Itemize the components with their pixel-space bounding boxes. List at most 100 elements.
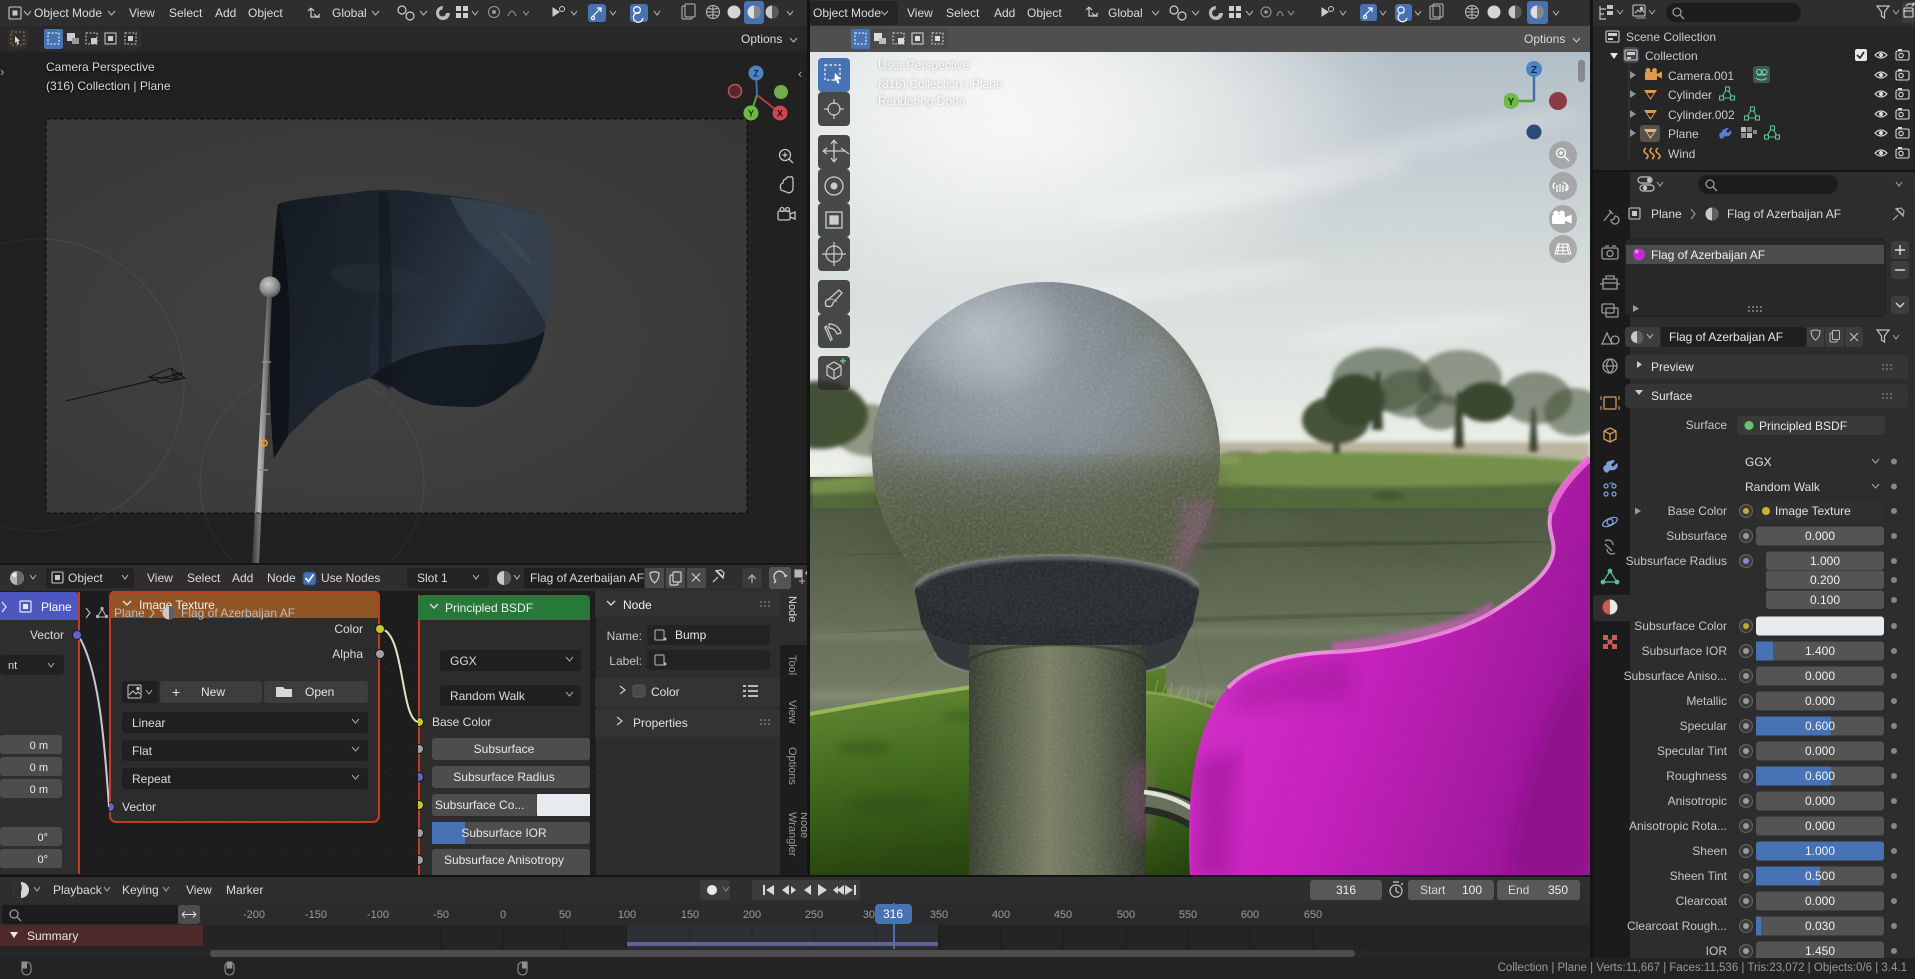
svg-text:Summary: Summary [27, 929, 78, 943]
svg-text:350: 350 [930, 909, 948, 921]
svg-text:Surface: Surface [1686, 418, 1728, 432]
svg-text:Subsurface Anisotropy: Subsurface Anisotropy [444, 853, 564, 867]
svg-text:Linear: Linear [132, 716, 165, 730]
svg-text:0.000: 0.000 [1805, 694, 1835, 708]
svg-text:Random Walk: Random Walk [450, 689, 526, 703]
svg-text:-150: -150 [305, 909, 327, 921]
svg-text:0 m: 0 m [30, 784, 48, 796]
svg-text:-50: -50 [433, 909, 449, 921]
svg-text:600: 600 [1241, 909, 1259, 921]
svg-text:0.500: 0.500 [1805, 869, 1835, 883]
svg-text:Flag of Azerbaijan AF: Flag of Azerbaijan AF [1727, 207, 1841, 221]
svg-text:Preview: Preview [1651, 360, 1694, 374]
svg-text:IOR: IOR [1706, 944, 1728, 958]
svg-text:Surface: Surface [1651, 389, 1693, 403]
svg-text:Label:: Label: [609, 654, 642, 668]
svg-text:Marker: Marker [226, 883, 263, 897]
svg-text:Color: Color [651, 685, 680, 699]
svg-text:GGX: GGX [1745, 455, 1772, 469]
svg-text:200: 200 [743, 909, 761, 921]
svg-text:End: End [1508, 883, 1529, 897]
svg-text:Playback: Playback [53, 883, 103, 897]
svg-text:Metallic: Metallic [1686, 694, 1727, 708]
svg-text:0.200: 0.200 [1810, 573, 1840, 587]
svg-text:Plane: Plane [114, 606, 145, 620]
svg-text:650: 650 [1304, 909, 1322, 921]
svg-text:0°: 0° [37, 832, 48, 844]
svg-text:X: X [777, 109, 783, 119]
svg-text:Collection: Collection [1645, 49, 1698, 63]
svg-text:Sheen: Sheen [1692, 844, 1727, 858]
svg-text:0.600: 0.600 [1805, 719, 1835, 733]
svg-text:Scene Collection: Scene Collection [1626, 30, 1716, 44]
svg-text:Flag of Azerbaijan AF: Flag of Azerbaijan AF [1669, 330, 1783, 344]
svg-text:Flag of Azerbaijan AF: Flag of Azerbaijan AF [181, 606, 295, 620]
svg-text:Clearcoat Rough...: Clearcoat Rough... [1627, 919, 1727, 933]
svg-text:-100: -100 [367, 909, 389, 921]
svg-text:550: 550 [1179, 909, 1197, 921]
svg-text:nt: nt [8, 660, 17, 672]
svg-text:New: New [201, 685, 225, 699]
svg-text:-200: -200 [243, 909, 265, 921]
svg-text:Subsurface: Subsurface [474, 742, 535, 756]
svg-text:GGX: GGX [450, 654, 477, 668]
svg-text:Bump: Bump [675, 628, 707, 642]
svg-text:Metallic: Metallic [484, 874, 525, 875]
svg-text:100: 100 [618, 909, 636, 921]
svg-text:Cylinder: Cylinder [1668, 88, 1712, 102]
svg-text:Clearcoat: Clearcoat [1676, 894, 1728, 908]
svg-text:100: 100 [1462, 883, 1482, 897]
svg-text:Start: Start [1420, 883, 1446, 897]
svg-text:0.000: 0.000 [1805, 744, 1835, 758]
svg-text:150: 150 [681, 909, 699, 921]
svg-text:Principled BSDF: Principled BSDF [1759, 419, 1847, 433]
svg-text:Camera.001: Camera.001 [1668, 69, 1734, 83]
svg-text:1.450: 1.450 [1805, 944, 1835, 958]
svg-text:Node: Node [623, 598, 652, 612]
svg-text:Anisotropic: Anisotropic [1668, 794, 1727, 808]
svg-text:0.000: 0.000 [1805, 894, 1835, 908]
svg-text:Keying: Keying [122, 883, 159, 897]
svg-text:316: 316 [883, 907, 903, 921]
svg-text:Flag of Azerbaijan AF: Flag of Azerbaijan AF [1651, 248, 1765, 262]
svg-text:0 m: 0 m [30, 740, 48, 752]
svg-text:Y: Y [748, 109, 754, 119]
svg-text:Base Color: Base Color [432, 715, 491, 729]
svg-text:400: 400 [992, 909, 1010, 921]
svg-text:Plane: Plane [41, 600, 72, 614]
svg-text:350: 350 [1548, 883, 1568, 897]
svg-text:250: 250 [805, 909, 823, 921]
svg-text:1.000: 1.000 [1810, 554, 1840, 568]
svg-text:500: 500 [1117, 909, 1135, 921]
svg-text:Subsurface Aniso...: Subsurface Aniso... [1624, 669, 1727, 683]
svg-text:Subsurface Color: Subsurface Color [1634, 619, 1727, 633]
svg-text:Properties: Properties [633, 716, 688, 730]
svg-text:50: 50 [559, 909, 571, 921]
svg-text:Subsurface Radius: Subsurface Radius [1626, 554, 1727, 568]
svg-text:Anisotropic Rota...: Anisotropic Rota... [1629, 819, 1727, 833]
svg-text:0.000: 0.000 [1805, 794, 1835, 808]
svg-text:Wind: Wind [1668, 147, 1695, 161]
svg-text:Cylinder.002: Cylinder.002 [1668, 108, 1735, 122]
svg-text:Alpha: Alpha [332, 647, 363, 661]
svg-text:+: + [172, 684, 180, 700]
svg-text:Name:: Name: [607, 629, 642, 643]
svg-text:Sheen Tint: Sheen Tint [1670, 869, 1728, 883]
svg-text:Subsurface IOR: Subsurface IOR [461, 826, 547, 840]
svg-text:1.400: 1.400 [1805, 644, 1835, 658]
svg-text:0 m: 0 m [30, 762, 48, 774]
svg-text:Subsurface Radius: Subsurface Radius [453, 770, 554, 784]
svg-text:Vector: Vector [30, 628, 64, 642]
svg-text:Color: Color [334, 622, 363, 636]
svg-text:0°: 0° [37, 854, 48, 866]
svg-text:View: View [186, 883, 212, 897]
svg-text:Image Texture: Image Texture [1775, 504, 1851, 518]
svg-text:0.030: 0.030 [1805, 919, 1835, 933]
svg-text:0.000: 0.000 [1805, 529, 1835, 543]
svg-text:Y: Y [1508, 97, 1515, 108]
svg-text:1.000: 1.000 [1805, 844, 1835, 858]
svg-text:Specular: Specular [1680, 719, 1727, 733]
svg-text:Repeat: Repeat [132, 772, 171, 786]
svg-text:Specular Tint: Specular Tint [1657, 744, 1728, 758]
svg-text:316: 316 [1336, 883, 1356, 897]
